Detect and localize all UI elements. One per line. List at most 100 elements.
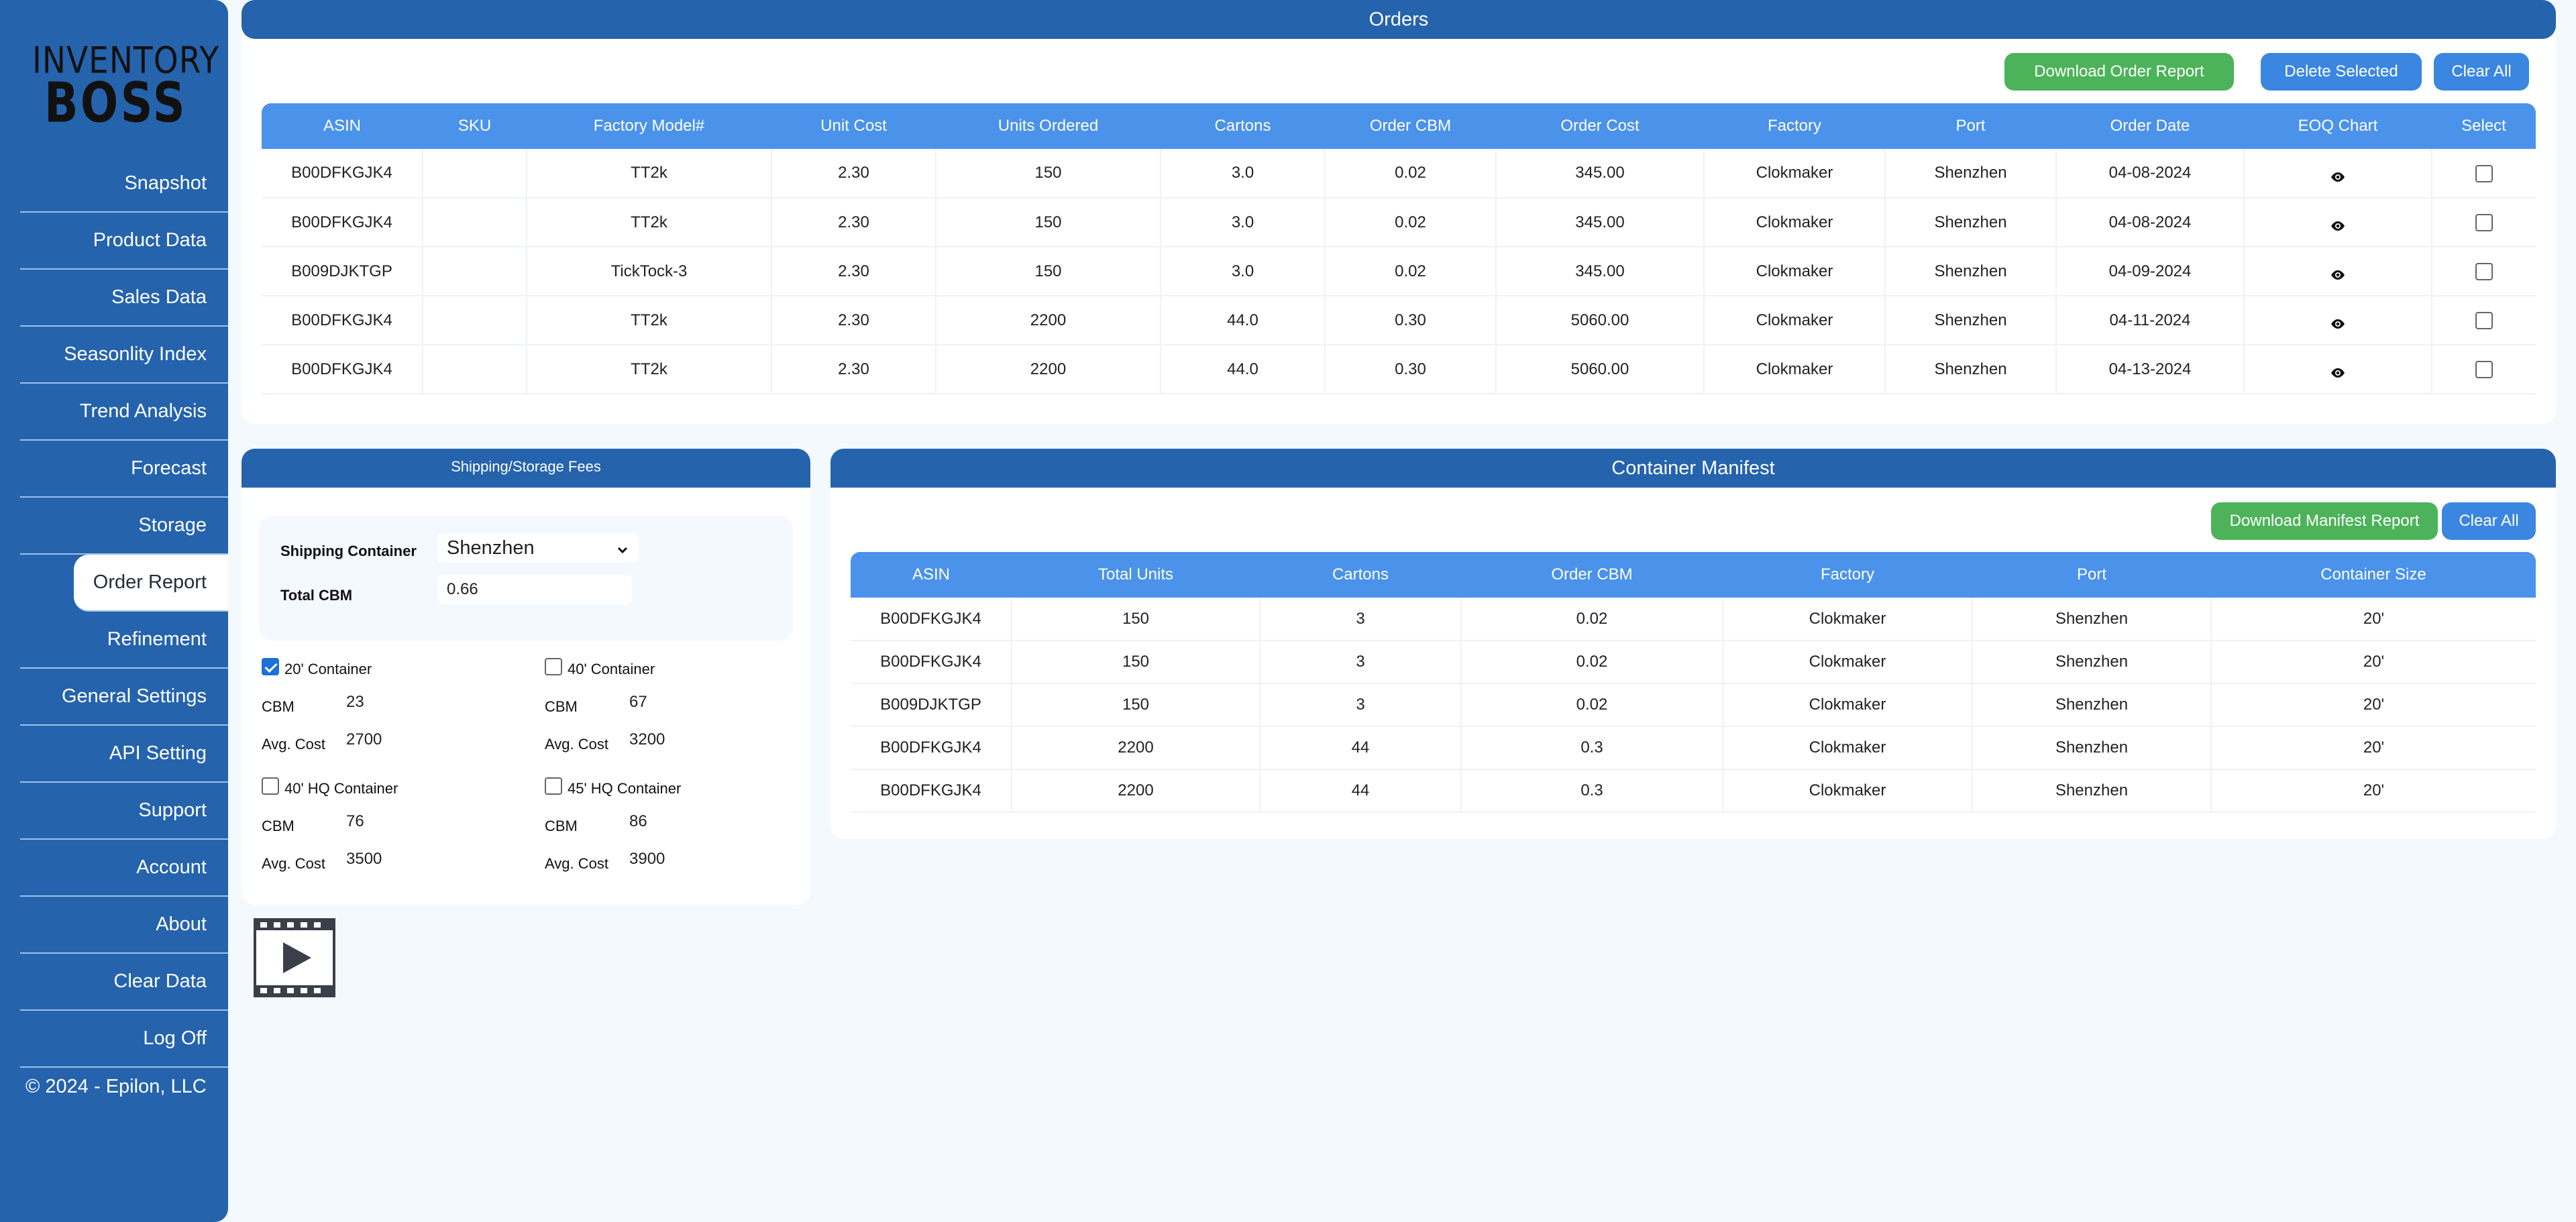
shipping-container-select[interactable]: Shenzhen	[437, 533, 639, 563]
sidebar-item-api-setting[interactable]: API Setting	[20, 726, 228, 783]
container-45hq-cbm-field[interactable]: 86	[620, 807, 714, 836]
cell-date: 04-08-2024	[2056, 198, 2245, 247]
container-45hq-cost-field[interactable]: 3900	[620, 844, 714, 874]
cell-units: 2200	[936, 345, 1161, 394]
sidebar-item-general-settings[interactable]: General Settings	[20, 669, 228, 726]
cell-unit-cost: 2.30	[771, 149, 936, 199]
cell-cartons: 3.0	[1161, 198, 1326, 247]
cell-select	[2432, 198, 2536, 247]
clear-all-manifest-button[interactable]: Clear All	[2442, 502, 2536, 540]
sidebar-item-log-off[interactable]: Log Off	[20, 1011, 228, 1068]
total-cbm-label: Total CBM	[280, 587, 353, 604]
container-40hq-cost-field[interactable]: 3500	[337, 844, 431, 874]
col-order-date[interactable]: Order Date	[2056, 103, 2244, 149]
cell-select	[2432, 149, 2536, 199]
cell-cost: 5060.00	[1496, 296, 1705, 345]
col-container-size[interactable]: Container Size	[2211, 552, 2536, 598]
container-40-checkbox[interactable]	[545, 658, 562, 675]
col-factory[interactable]: Factory	[1723, 552, 1972, 598]
eye-icon[interactable]	[2330, 168, 2346, 182]
col-unit-cost[interactable]: Unit Cost	[771, 103, 936, 149]
container-40-cbm-field[interactable]: 67	[620, 687, 714, 717]
eye-icon[interactable]	[2330, 364, 2346, 378]
shipping-panel: Shipping/Storage Fees Shipping Container…	[241, 449, 810, 905]
cell-port: Shenzhen	[1972, 769, 2212, 813]
sidebar-item-label: Support	[138, 799, 207, 821]
cell-eoq	[2244, 345, 2432, 394]
col-port[interactable]: Port	[1885, 103, 2056, 149]
cell-cbm: 0.02	[1325, 198, 1497, 247]
sidebar-item-seasonality-index[interactable]: Seasonlity Index	[20, 327, 228, 384]
col-factory-model[interactable]: Factory Model#	[527, 103, 771, 149]
sidebar-item-label: Trend Analysis	[79, 400, 207, 422]
sidebar-item-about[interactable]: About	[20, 897, 228, 954]
container-40-cost-field[interactable]: 3200	[620, 725, 714, 755]
sidebar-item-clear-data[interactable]: Clear Data	[20, 954, 228, 1011]
container-45hq-checkbox[interactable]	[545, 777, 562, 795]
col-sku[interactable]: SKU	[423, 103, 527, 149]
logo-line2: BOSS	[44, 71, 188, 135]
col-asin[interactable]: ASIN	[262, 103, 423, 149]
col-order-cbm[interactable]: Order CBM	[1461, 552, 1723, 598]
cell-cost: 5060.00	[1496, 345, 1705, 394]
cell-port: Shenzhen	[1972, 598, 2212, 641]
download-manifest-report-button[interactable]: Download Manifest Report	[2211, 502, 2438, 540]
sidebar-item-sales-data[interactable]: Sales Data	[20, 270, 228, 327]
cell-model: TickTock-3	[527, 247, 772, 296]
cell-sku	[423, 198, 527, 247]
cell-sku	[423, 247, 527, 296]
cell-model: TT2k	[527, 198, 772, 247]
col-order-cost[interactable]: Order Cost	[1496, 103, 1704, 149]
cell-eoq	[2244, 149, 2432, 199]
container-40hq-checkbox[interactable]	[262, 777, 279, 795]
sidebar-item-refinement[interactable]: Refinement	[20, 612, 228, 669]
container-20-checkbox[interactable]	[262, 658, 279, 675]
cell-port: Shenzhen	[1885, 198, 2057, 247]
cell-size: 20'	[2211, 598, 2536, 641]
col-port[interactable]: Port	[1972, 552, 2211, 598]
eye-icon[interactable]	[2330, 217, 2346, 231]
total-cbm-field[interactable]: 0.66	[437, 575, 632, 604]
container-40hq-cbm-field[interactable]: 76	[337, 807, 431, 836]
col-asin[interactable]: ASIN	[851, 552, 1012, 598]
col-cartons[interactable]: Cartons	[1161, 103, 1325, 149]
container-20-cost-field[interactable]: 2700	[337, 725, 431, 755]
sidebar-item-support[interactable]: Support	[20, 783, 228, 840]
col-total-units[interactable]: Total Units	[1012, 552, 1260, 598]
sidebar-item-product-data[interactable]: Product Data	[20, 213, 228, 270]
eye-icon[interactable]	[2330, 266, 2346, 280]
cell-cost: 345.00	[1496, 247, 1705, 296]
select-checkbox[interactable]	[2475, 312, 2493, 330]
download-order-report-button[interactable]: Download Order Report	[2004, 53, 2234, 91]
cell-cbm: 0.3	[1461, 769, 1723, 813]
container-20-cbm-field[interactable]: 23	[337, 687, 431, 717]
cell-units: 2200	[1012, 726, 1260, 770]
manifest-header-row: ASIN Total Units Cartons Order CBM Facto…	[851, 552, 2536, 598]
video-play-icon[interactable]	[254, 918, 335, 997]
sidebar-item-account[interactable]: Account	[20, 840, 228, 897]
sidebar-item-order-report[interactable]: Order Report	[74, 555, 228, 612]
select-checkbox[interactable]	[2475, 214, 2493, 232]
shipping-container-box: Shipping Container Shenzhen Total CBM 0.…	[259, 516, 793, 641]
col-order-cbm[interactable]: Order CBM	[1325, 103, 1496, 149]
clear-all-orders-button[interactable]: Clear All	[2434, 53, 2529, 91]
select-checkbox[interactable]	[2475, 263, 2493, 281]
select-checkbox[interactable]	[2475, 361, 2493, 379]
shipping-title: Shipping/Storage Fees	[241, 449, 810, 488]
container-45hq-cbm-label: CBM	[545, 818, 578, 834]
sidebar-item-label: About	[156, 913, 207, 935]
sidebar-item-snapshot[interactable]: Snapshot	[20, 156, 228, 213]
sidebar-item-trend-analysis[interactable]: Trend Analysis	[20, 384, 228, 441]
select-checkbox[interactable]	[2475, 164, 2493, 182]
col-cartons[interactable]: Cartons	[1260, 552, 1461, 598]
cell-asin: B00DFKGJK4	[851, 726, 1012, 770]
sidebar-item-forecast[interactable]: Forecast	[20, 441, 228, 498]
cell-unit-cost: 2.30	[771, 247, 936, 296]
shipping-container-label: Shipping Container	[280, 543, 417, 559]
delete-selected-button[interactable]: Delete Selected	[2261, 53, 2422, 91]
col-factory[interactable]: Factory	[1704, 103, 1885, 149]
col-units-ordered[interactable]: Units Ordered	[936, 103, 1161, 149]
sidebar-item-storage[interactable]: Storage	[20, 498, 228, 555]
eye-icon[interactable]	[2330, 315, 2346, 329]
cell-port: Shenzhen	[1885, 296, 2057, 345]
